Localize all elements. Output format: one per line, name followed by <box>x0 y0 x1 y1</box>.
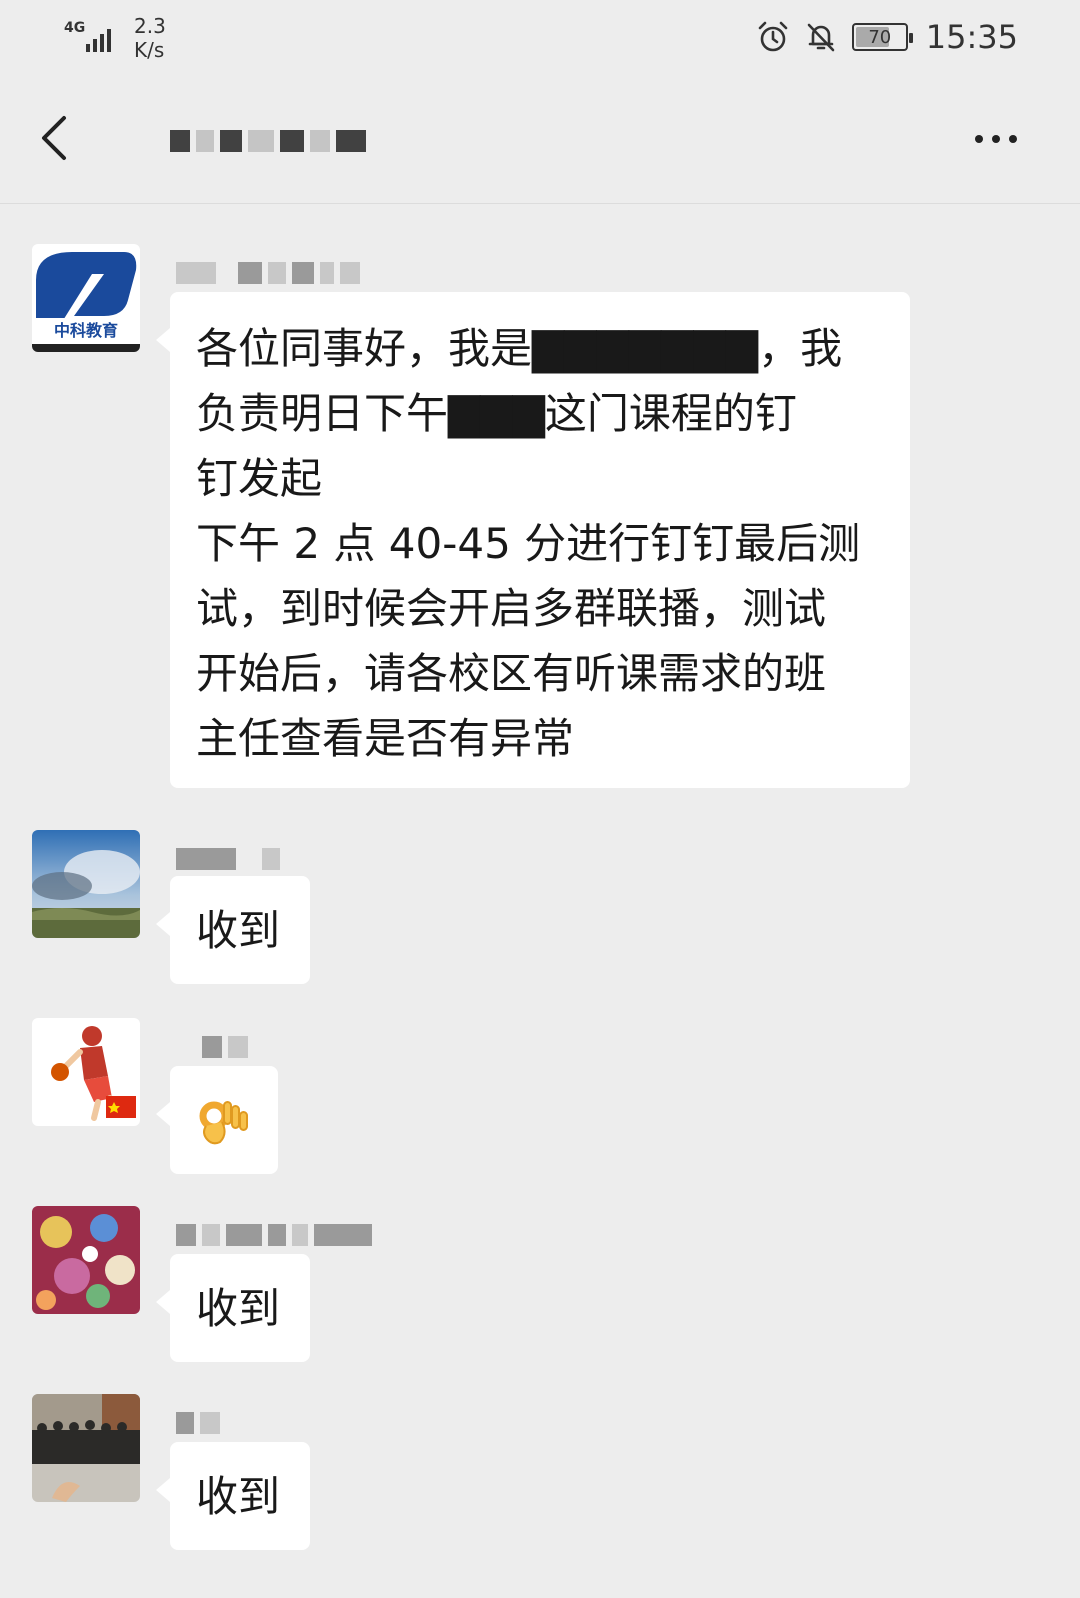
avatar[interactable]: 中科教育 <box>32 244 140 352</box>
battery-level: 70 <box>868 26 892 48</box>
zhongke-logo-avatar: 中科教育 <box>32 244 140 352</box>
group-photo-avatar <box>32 1394 140 1502</box>
message-bubble[interactable]: 各位同事好，我是▇▇▇▇▇▇▇，我 负责明日下午▇▇▇这门课程的钉 钉发起 下午… <box>156 292 910 788</box>
message-bubble[interactable] <box>156 1066 278 1174</box>
avatar[interactable] <box>32 1206 140 1314</box>
mute-icon <box>807 23 835 52</box>
message-bubble[interactable]: 收到 <box>156 876 310 984</box>
ok-hand-icon <box>199 1101 248 1145</box>
message-bubble[interactable]: 收到 <box>156 1254 310 1362</box>
avatar[interactable] <box>32 1394 140 1502</box>
sender-name-redacted <box>176 1218 372 1252</box>
colorful-collage-avatar <box>32 1206 140 1314</box>
chevron-left-icon[interactable] <box>30 108 86 168</box>
basketball-player-avatar <box>32 1018 140 1126</box>
chat-header <box>0 78 1080 204</box>
more-icon[interactable] <box>968 122 1024 156</box>
status-bar: 4G 2.3 K/s 70 15:35 <box>0 0 1080 78</box>
speed-value: 2.3 <box>134 14 166 38</box>
chat-title-redacted <box>170 114 440 168</box>
alarm-icon <box>758 21 788 52</box>
sender-name-redacted <box>176 256 360 290</box>
sender-name-redacted <box>176 1406 220 1440</box>
speed-unit: K/s <box>134 38 165 62</box>
sender-name-redacted <box>176 1030 248 1064</box>
signal-icon: 4G <box>64 20 120 54</box>
network-speed: 2.3 K/s <box>134 14 166 62</box>
clock: 15:35 <box>925 18 1018 56</box>
sky-landscape-avatar <box>32 830 140 938</box>
message-bubble[interactable]: 收到 <box>156 1442 310 1550</box>
network-type: 4G <box>64 20 86 36</box>
avatar-logo-text: 中科教育 <box>54 321 118 340</box>
sender-name-redacted <box>176 842 280 876</box>
avatar[interactable] <box>32 1018 140 1126</box>
battery-icon: 70 <box>851 23 913 51</box>
avatar[interactable] <box>32 830 140 938</box>
